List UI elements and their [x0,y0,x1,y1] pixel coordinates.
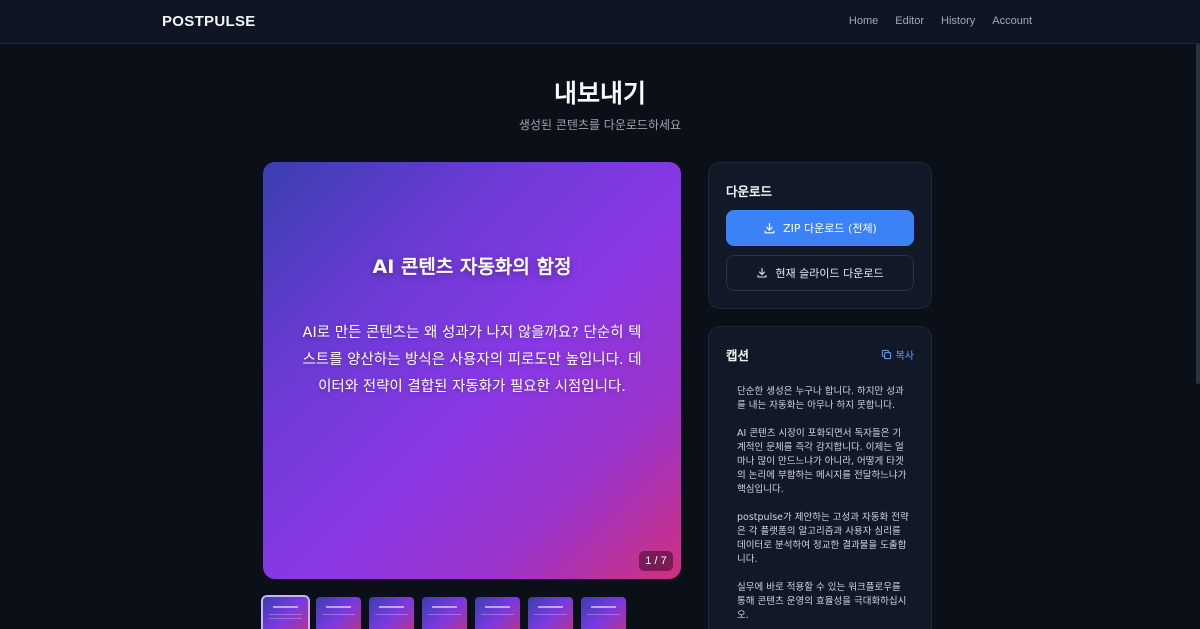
copy-label: 복사 [895,351,914,362]
thumb-text-line [322,614,355,615]
download-card: 다운로드 ZIP 다운로드 (전체) 현재 슬라이드 다운로드 [708,162,932,309]
current-slide-download-label: 현재 슬라이드 다운로드 [775,267,884,280]
copy-caption-button[interactable]: 복사 [881,347,914,362]
thumb-title-line [379,606,404,608]
slide-thumbnail-5[interactable] [475,597,520,629]
slide-thumbnail-3[interactable] [369,597,414,629]
top-nav: POSTPULSE Home Editor History Account [0,0,1200,44]
thumb-text-line [269,618,302,619]
slide-body-text: AI로 만든 콘텐츠는 왜 성과가 나지 않을까요? 단순히 텍스트를 양산하는… [302,325,642,395]
slide-thumbnail-2[interactable] [316,597,361,629]
thumb-text-line [481,614,514,615]
caption-paragraph: 단순한 생성은 누구나 합니다. 하지만 성과를 내는 자동화는 아무나 하지 … [737,386,904,411]
download-icon [763,222,776,235]
thumb-text-line [375,614,408,615]
nav-links: Home Editor History Account [849,15,1032,27]
slide-counter: 1 / 7 [639,551,673,571]
slide-thumbnail-1[interactable] [261,595,310,629]
caption-paragraph: AI 콘텐츠 시장이 포화되면서 독자들은 기계적인 문체를 즉각 감지합니다.… [737,428,907,495]
thumb-title-line [485,606,510,608]
caption-text[interactable]: 단순한 생성은 누구나 합니다. 하지만 성과를 내는 자동화는 아무나 하지 … [737,385,909,629]
slide-preview: AI 콘텐츠 자동화의 함정 AI로 만든 콘텐츠는 왜 성과가 나지 않을까요… [263,162,681,579]
slide-thumbnail-6[interactable] [528,597,573,629]
download-card-title: 다운로드 [726,184,773,199]
thumb-title-line [432,606,457,608]
slide-title: AI 콘텐츠 자동화의 함정 [372,256,572,278]
download-icon [756,267,768,279]
page-subtitle: 생성된 콘텐츠를 다운로드하세요 [518,118,682,132]
thumb-text-line [269,614,302,615]
thumb-title-line [591,606,616,608]
nav-link-account[interactable]: Account [992,15,1032,27]
copy-icon [881,349,892,360]
caption-paragraph: postpulse가 제안하는 고성과 자동화 전략은 각 플랫폼의 알고리즘과… [737,512,909,565]
slide-thumbnail-4[interactable] [422,597,467,629]
caption-card: 캡션 복사 단순한 생성은 누구나 합니다. 하지만 성과를 내는 자동화는 아… [708,326,932,629]
page-title: 내보내기 [553,79,646,108]
nav-link-history[interactable]: History [941,15,975,27]
zip-download-button[interactable]: ZIP 다운로드 (전체) [726,210,914,246]
caption-card-title: 캡션 [726,348,750,363]
thumb-text-line [587,614,620,615]
slide-thumbnail-7[interactable] [581,597,626,629]
thumb-title-line [538,606,563,608]
thumbnail-strip [261,595,626,629]
zip-download-label: ZIP 다운로드 (전체) [783,222,877,235]
thumb-text-line [534,614,567,615]
brand-logo[interactable]: POSTPULSE [162,13,256,30]
thumb-title-line [326,606,351,608]
thumb-title-line [273,606,298,608]
thumb-text-line [428,614,461,615]
nav-link-editor[interactable]: Editor [895,15,924,27]
current-slide-download-button[interactable]: 현재 슬라이드 다운로드 [726,255,914,291]
nav-link-home[interactable]: Home [849,15,878,27]
caption-paragraph: 실무에 바로 적용할 수 있는 워크플로우를 통해 콘텐츠 운영의 효율성을 극… [737,582,907,621]
